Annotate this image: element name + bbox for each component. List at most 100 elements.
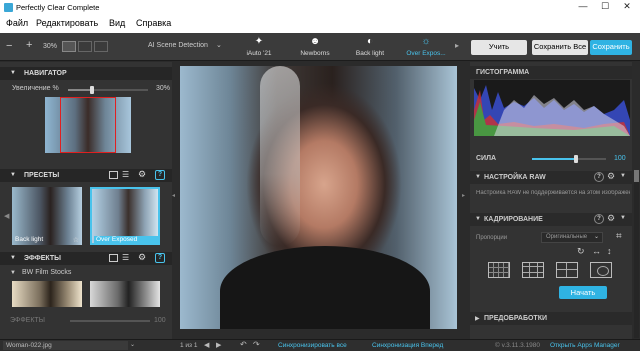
view-single-button[interactable] [62, 41, 76, 52]
help-icon[interactable]: ? [155, 170, 165, 180]
gear-icon[interactable]: ⚙ [607, 213, 615, 224]
preset-thumbnail-backlight[interactable]: Back light ☆ [12, 187, 82, 245]
redo-icon[interactable]: ↷ [253, 340, 260, 349]
preset-thumbnail-overexposed[interactable]: Over Exposed [90, 187, 160, 245]
main-image-canvas[interactable] [180, 66, 457, 329]
crop-grid-thirds-icon[interactable] [488, 262, 510, 278]
maximize-button[interactable]: ☐ [594, 1, 616, 14]
left-panel-collapse-handle[interactable]: ◂ [172, 192, 177, 206]
strength-slider[interactable] [532, 155, 606, 163]
subject-shirt [220, 246, 430, 329]
effect-thumbnail-1[interactable] [12, 281, 82, 307]
collapse-icon: ▼ [10, 172, 16, 178]
navigator-viewport-frame[interactable] [60, 97, 116, 153]
presets-scroll-left-icon[interactable]: ◀ [4, 212, 9, 220]
menu-view[interactable]: Вид [109, 18, 125, 28]
strength-handle[interactable] [574, 155, 579, 163]
apply-button[interactable]: Учить [471, 40, 527, 55]
preset-backlight[interactable]: ◐ Back light [342, 33, 398, 60]
navigator-thumbnail[interactable] [45, 97, 131, 153]
gear-icon[interactable]: ⚙ [138, 169, 146, 180]
navigator-header[interactable]: ▼ НАВИГАТОР [0, 67, 172, 80]
preset-overexposed[interactable]: ☼ Over Expos... [398, 33, 454, 60]
right-panel-scrollbar[interactable] [634, 170, 639, 338]
menu-file[interactable]: Файл [6, 18, 28, 28]
rotate-icon[interactable]: ↻ [577, 246, 585, 257]
toolbar-scroll-right-button[interactable]: ▸ [455, 41, 463, 52]
favorite-star-icon[interactable]: ☆ [73, 236, 79, 244]
menu-edit[interactable]: Редактировать [36, 18, 98, 28]
crop-title: КАДРИРОВАНИЕ [484, 216, 543, 223]
next-image-button[interactable]: ▶ [216, 341, 221, 349]
chevron-down-icon[interactable]: ⌄ [130, 341, 135, 348]
navigator-zoom-fill [68, 89, 92, 91]
flip-vertical-icon[interactable]: ↕ [607, 246, 612, 256]
grid-view-icon[interactable] [109, 254, 118, 262]
zoom-out-button[interactable]: − [6, 40, 12, 52]
chevron-down-icon: ⌄ [216, 42, 222, 49]
help-icon[interactable]: ? [594, 214, 604, 224]
crop-proportion-value: Оригинальные [546, 234, 588, 240]
histogram-svg [474, 85, 630, 136]
title-bar: Perfectly Clear Complete — ☐ ✕ [0, 0, 640, 15]
effects-category-expand-icon[interactable]: ▼ [10, 270, 16, 276]
zoom-in-button[interactable]: + [26, 39, 32, 51]
chevron-down-icon[interactable]: ▼ [620, 215, 626, 221]
crop-grid-rule-icon[interactable] [522, 262, 544, 278]
chevron-down-icon[interactable]: ▼ [620, 173, 626, 179]
strength-label: СИЛА [476, 155, 497, 162]
list-view-icon[interactable]: ☰ [122, 170, 129, 179]
effect-thumbnail-2[interactable] [90, 281, 160, 307]
presets-header[interactable]: ▼ ПРЕСЕТЫ ☰ ⚙ ? [0, 169, 172, 182]
effects-header[interactable]: ▼ ЭФФЕКТЫ ☰ ⚙ ? [0, 252, 172, 265]
list-view-icon[interactable]: ☰ [122, 253, 129, 262]
open-apps-manager-link[interactable]: Открыть Apps Manager [550, 342, 620, 349]
grid-view-icon[interactable] [109, 171, 118, 179]
help-icon[interactable]: ? [594, 172, 604, 182]
gear-icon[interactable]: ⚙ [607, 171, 615, 182]
expand-icon: ▶ [475, 316, 480, 322]
crop-grid-golden-icon[interactable] [556, 262, 578, 278]
scene-detection-label: AI Scene Detection [148, 42, 208, 49]
save-button[interactable]: Сохранить [590, 40, 632, 55]
crop-tool-icon[interactable]: ⌗ [616, 231, 622, 242]
preset-iauto-label: iAuto '21 [246, 50, 272, 57]
effects-category[interactable]: BW Film Stocks [22, 269, 71, 276]
undo-icon[interactable]: ↶ [240, 340, 247, 349]
crop-proportion-select[interactable]: Оригинальные ⌄ [541, 232, 603, 243]
right-panel-collapse-handle[interactable]: ▸ [462, 192, 467, 206]
menu-bar: Файл Редактировать Вид Справка [0, 15, 640, 33]
crop-start-button[interactable]: Начать [559, 286, 607, 299]
magic-wand-icon: ✦ [254, 36, 264, 47]
scrollbar-thumb[interactable] [634, 170, 639, 182]
crop-header[interactable]: ▼ КАДРИРОВАНИЕ ? ⚙ ▼ [470, 213, 632, 226]
preset-thumbnail-label: Over Exposed [94, 236, 158, 243]
preset-thumbnail-label: Back light [15, 236, 44, 243]
navigator-zoom-slider[interactable] [68, 86, 148, 94]
strength-fill [532, 158, 577, 160]
raw-header[interactable]: ▼ НАСТРОЙКА RAW ? ⚙ ▼ [470, 171, 632, 184]
minimize-button[interactable]: — [572, 1, 594, 14]
prev-image-button[interactable]: ◀ [204, 341, 209, 349]
gear-icon[interactable]: ⚙ [138, 252, 146, 263]
sync-forward-button[interactable]: Синхронизация Вперед [372, 342, 443, 349]
chevron-down-icon: ⌄ [593, 234, 599, 240]
view-compare-button[interactable] [94, 41, 108, 52]
crop-grid-spiral-icon[interactable] [590, 262, 612, 278]
navigator-zoom-handle[interactable] [90, 86, 94, 94]
close-button[interactable]: ✕ [616, 1, 638, 14]
scene-detection-select[interactable]: AI Scene Detection ⌄ [118, 41, 228, 53]
preset-iauto[interactable]: ✦ iAuto '21 [231, 33, 287, 60]
preset-newborns[interactable]: ☻ Newborns [287, 33, 343, 60]
effects-strength-slider[interactable] [70, 320, 150, 322]
preprocess-header[interactable]: ▶ ПРЕДОБРАБОТКИ [470, 312, 632, 325]
save-all-button[interactable]: Сохранить Все [532, 40, 588, 55]
toolbar: − + 30% AI Scene Detection ⌄ ✦ iAuto '21… [0, 33, 640, 61]
preset-overexposed-label: Over Expos... [406, 50, 446, 57]
menu-help[interactable]: Справка [136, 18, 171, 28]
sync-all-button[interactable]: Синхронизировать все [278, 342, 347, 349]
view-split-button[interactable] [78, 41, 92, 52]
help-icon[interactable]: ? [155, 253, 165, 263]
preprocess-title: ПРЕДОБРАБОТКИ [484, 315, 547, 322]
flip-horizontal-icon[interactable]: ↔ [592, 246, 601, 256]
